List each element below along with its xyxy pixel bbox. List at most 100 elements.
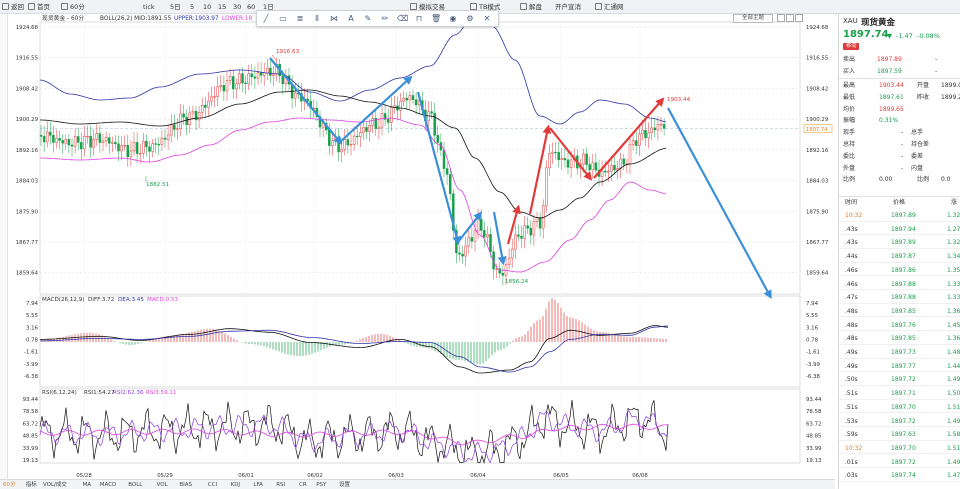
quote-stat-row: 总持 - 持仓差	[843, 141, 930, 148]
settings-icon[interactable]: ⚙	[465, 14, 475, 24]
close-panel-button[interactable]	[795, 14, 803, 22]
candle-body	[213, 96, 216, 98]
price-axis-label-left: 1924.68	[16, 25, 39, 31]
text-tool-icon[interactable]: A	[346, 14, 356, 24]
price-axis-label-left: 1884.03	[16, 179, 38, 185]
candle-body	[359, 132, 362, 137]
indicator-tab-13[interactable]: PSY	[316, 481, 326, 489]
candle-body	[380, 113, 384, 128]
candle-body	[414, 99, 418, 106]
candle-body	[142, 140, 145, 154]
indicator-tab-12[interactable]: CR	[299, 481, 307, 489]
fib-tool-icon[interactable]: ⦀	[312, 14, 322, 24]
price-pane-frame	[39, 21, 801, 295]
indicator-tab-11[interactable]: RSI	[276, 481, 285, 489]
indicator-tab-1[interactable]: 指标	[26, 481, 37, 489]
quote-badge[interactable]: 移动	[843, 43, 860, 50]
indicator-tab-8[interactable]: CCI	[208, 481, 217, 489]
tick-row: .48s 1897.85 1.36	[839, 306, 960, 318]
minimize-panel-button[interactable]	[777, 14, 785, 22]
boll-upper-line	[39, 21, 667, 125]
candle-body	[61, 140, 64, 144]
rsi-pane-frame	[39, 388, 801, 464]
eye-icon[interactable]: ◉	[448, 14, 458, 24]
candle-body	[182, 113, 185, 118]
candle-body	[554, 151, 557, 154]
indicator-tab-2[interactable]: VOL/成交	[43, 481, 67, 489]
indicator-tab-5[interactable]: BOLL	[128, 481, 142, 489]
candle-body	[390, 107, 393, 123]
rsi-axis-label-left: 78.58	[23, 409, 39, 415]
quote-stat-row: 外盘 - 内盘	[843, 164, 924, 172]
candle-body	[173, 124, 176, 130]
tick-row: .51s 1897.70 1.51	[839, 402, 960, 414]
tick-row: .43s 1897.94 1.27	[839, 224, 960, 236]
main-indicator-button[interactable]: 全部主题	[733, 14, 773, 23]
brush-tool-icon[interactable]: ✎	[363, 14, 373, 24]
tick-header-row: 时间 价格涨	[845, 199, 958, 206]
candle-body	[464, 245, 467, 257]
trash-icon[interactable]: 🗑	[431, 14, 441, 24]
candle-body	[331, 140, 334, 146]
candle-body	[92, 138, 95, 148]
indicator-tab-9[interactable]: KDJ	[231, 481, 240, 489]
candle-body	[659, 124, 663, 126]
rect-tool-icon[interactable]: ▭	[278, 14, 288, 24]
indicator-tab-7[interactable]: BIAS	[179, 481, 192, 489]
rsi-axis-label-right: 33.99	[806, 446, 822, 452]
candle-body	[532, 221, 536, 236]
candle-body	[247, 73, 250, 85]
candle-body	[151, 143, 154, 152]
candle-body	[560, 158, 564, 160]
macd-value-legend: MACD:0.53	[147, 297, 179, 303]
candle-body	[120, 145, 123, 152]
candle-body	[328, 129, 331, 146]
trend-arrow-down	[269, 57, 343, 145]
tick-row: .48s 1897.85 1.36	[839, 333, 960, 345]
candle-body	[241, 73, 244, 84]
candle-body	[235, 83, 238, 90]
macd-pane-frame	[39, 295, 801, 388]
indicator-tab-14[interactable]: 设置	[339, 481, 350, 489]
close-icon[interactable]: ✕	[482, 14, 492, 24]
candles-group	[39, 57, 666, 286]
line-tool-icon[interactable]: ╱	[261, 14, 271, 24]
indicator-tab-10[interactable]: LFA	[253, 481, 263, 489]
candle-body	[166, 134, 170, 140]
tick-row: .43s 1897.89 1.32	[839, 237, 960, 249]
candle-body	[442, 149, 446, 169]
quote-stat-row: 最高 1903.44 开盘 1899.0	[843, 82, 960, 89]
candle-body	[111, 142, 114, 144]
macd-axis-label-left: -6.38	[24, 374, 39, 380]
macd-axis-label-left: 0.78	[26, 338, 39, 344]
app-window: 返回 首页 60分 tick 5日 5 10 15 30 60 1日 模拟交易 …	[0, 0, 960, 489]
indicator-tab-0[interactable]: 60分	[3, 481, 16, 489]
pencil-tool-icon[interactable]: ✏	[380, 14, 390, 24]
price-axis-label-right: 1859.64	[806, 271, 829, 277]
eraser-tool-icon[interactable]: ⌫	[397, 14, 408, 24]
channel-tool-icon[interactable]: ≣	[295, 14, 305, 24]
candle-body	[458, 252, 461, 255]
candle-body	[225, 80, 229, 92]
rsi-axis-label-right: 19.13	[806, 458, 821, 464]
candle-body	[210, 96, 213, 102]
macd-dea-legend: DEA:3.45	[118, 297, 144, 303]
candle-body	[67, 139, 71, 146]
candle-body	[470, 237, 474, 242]
tick-row: .47s 1897.88 1.33	[839, 292, 960, 304]
candle-body	[204, 105, 207, 108]
rsi-axis-label-left: 93.44	[23, 397, 39, 403]
candle-body	[514, 234, 517, 250]
indicator-tab-4[interactable]: MACD	[100, 481, 117, 489]
candle-body	[191, 110, 195, 114]
macd-legend-label: MACD(26,12,9)	[42, 297, 84, 303]
magnet-tool-icon[interactable]: ⊓	[414, 14, 424, 24]
indicator-tab-3[interactable]: MA	[83, 481, 92, 489]
maximize-panel-button[interactable]	[786, 14, 794, 22]
rsi3-legend: RSI3:59.11	[146, 390, 177, 396]
tick-row: .53s 1897.72 1.49	[839, 416, 960, 427]
quote-stat-row: 现手 - 总手	[843, 129, 924, 137]
tick-row: .59s 1897.63 1.58	[839, 429, 960, 441]
indicator-tab-6[interactable]: VOL	[157, 481, 168, 489]
pattern-tool-icon[interactable]: ⋈	[329, 14, 339, 24]
